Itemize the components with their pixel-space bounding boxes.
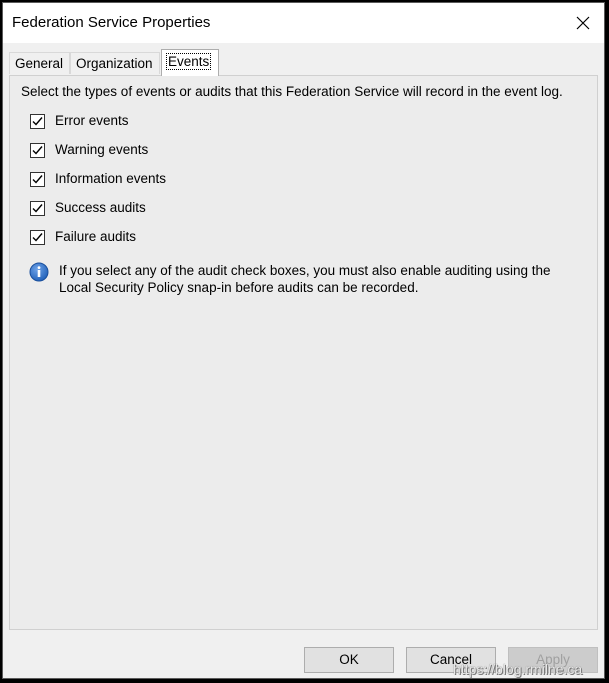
- close-icon: [576, 16, 590, 30]
- tab-label: General: [15, 56, 64, 71]
- dialog-client-area: General Organization Events Select the t…: [3, 43, 604, 678]
- checkbox-box[interactable]: [30, 143, 45, 158]
- checkbox-box[interactable]: [30, 172, 45, 187]
- window-title: Federation Service Properties: [12, 14, 211, 31]
- ok-button[interactable]: OK: [304, 647, 394, 673]
- dialog-window: Federation Service Properties General Or…: [2, 2, 605, 679]
- checkbox-label: Information events: [55, 171, 167, 186]
- checkbox-label: Failure audits: [55, 229, 137, 244]
- audit-info-text: If you select any of the audit check box…: [59, 263, 551, 295]
- checkbox-box[interactable]: [30, 230, 45, 245]
- checkbox-label: Error events: [55, 113, 129, 128]
- close-button[interactable]: [566, 7, 600, 39]
- checkmark-icon: [32, 204, 43, 213]
- title-bar: Federation Service Properties: [3, 3, 604, 43]
- tab-general[interactable]: General: [9, 52, 70, 74]
- checkmark-icon: [32, 175, 43, 184]
- info-icon: [29, 262, 49, 282]
- cancel-button[interactable]: Cancel: [406, 647, 496, 673]
- events-intro-text: Select the types of events or audits tha…: [21, 84, 563, 99]
- events-tab-panel: Select the types of events or audits tha…: [9, 75, 598, 630]
- tab-label: Events: [165, 53, 212, 70]
- checkbox-box[interactable]: [30, 114, 45, 129]
- apply-button[interactable]: Apply: [508, 647, 598, 673]
- checkmark-icon: [32, 146, 43, 155]
- checkbox-label: Warning events: [55, 142, 149, 157]
- tab-events[interactable]: Events: [161, 49, 219, 76]
- checkmark-icon: [32, 117, 43, 126]
- tab-label: Organization: [76, 56, 153, 71]
- checkbox-label: Success audits: [55, 200, 146, 215]
- tab-organization[interactable]: Organization: [70, 52, 160, 74]
- checkmark-icon: [32, 233, 43, 242]
- checkbox-box[interactable]: [30, 201, 45, 216]
